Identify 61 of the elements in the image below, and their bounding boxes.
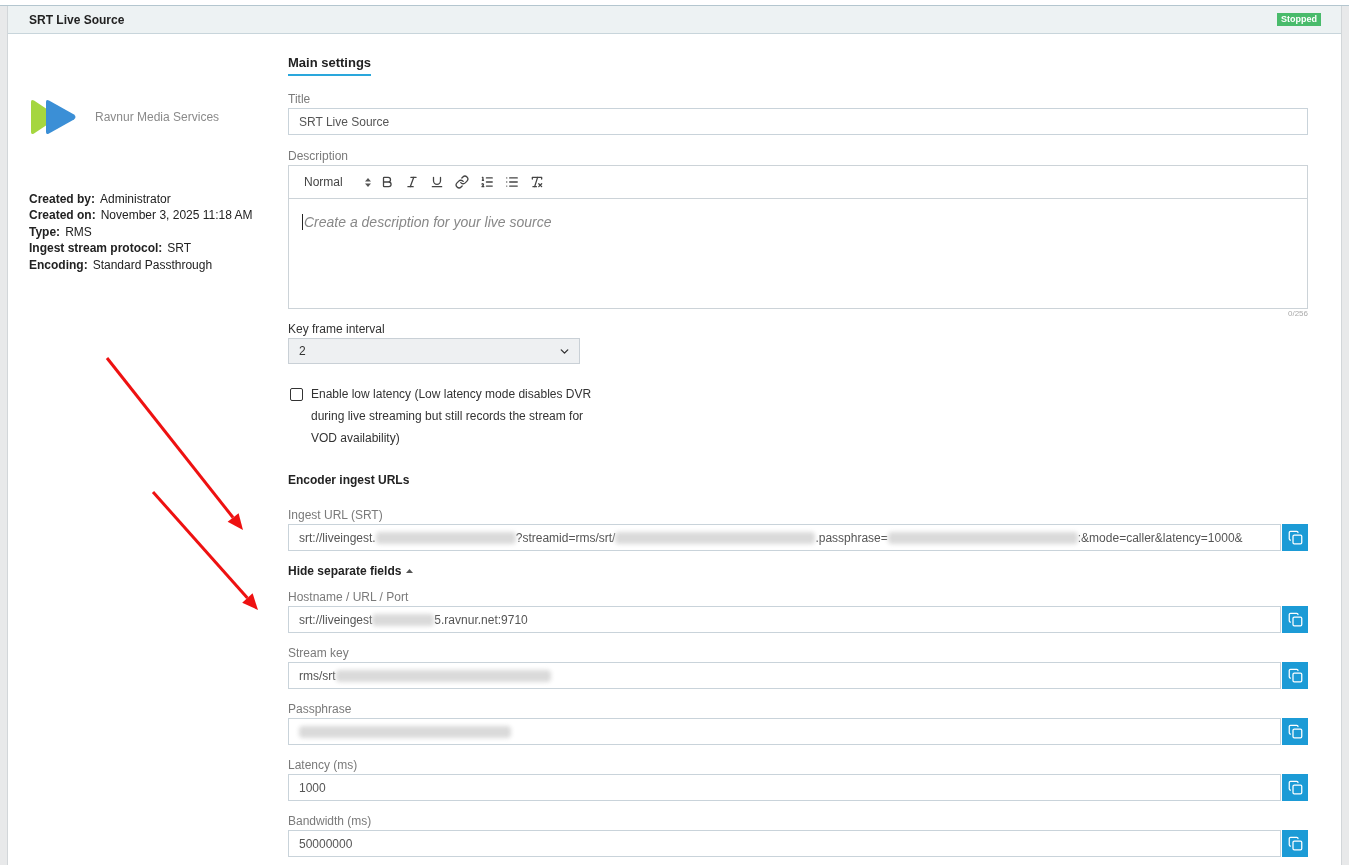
field-label: Title [288,92,311,106]
redacted-blur [372,613,435,626]
detail-value: Administrator [100,191,171,208]
field-label: Stream key [288,646,349,660]
field-label: Key frame interval [288,322,385,336]
input-field[interactable]: srt://liveingest 5.ravnur.net:9710 [288,606,1281,633]
input-field[interactable]: 1000 [288,774,1281,801]
copy-button[interactable] [1282,718,1308,745]
field-label: Description [288,149,349,163]
bullet-list-icon [505,175,520,189]
input-field[interactable] [288,718,1281,745]
title-field[interactable]: SRT Live Source [288,108,1308,135]
input-field[interactable]: rms/srt [288,662,1281,689]
detail-value: SRT [167,240,192,257]
link-icon [455,175,470,189]
bold-icon [380,175,395,189]
underline-icon [430,175,445,189]
checkbox[interactable] [290,388,303,401]
up-down-arrows-icon [364,177,371,187]
copy-button[interactable] [1282,662,1308,689]
format-dropdown[interactable]: Normal [304,173,371,191]
copy-icon [1287,780,1303,795]
copy-icon [1287,530,1303,545]
detail-label: Type: [29,223,61,241]
detail-value: RMS [65,223,92,241]
detail-label: Created on: [29,207,96,224]
detail-label: Encoding: [29,256,88,274]
page-title: SRT Live Source [29,11,125,29]
copy-button[interactable] [1282,830,1308,857]
copy-icon [1287,724,1303,739]
input-field[interactable]: srt://liveingest. ?streamid=rms/srt/ .passphrase= :&mode=caller&latency=1000& [288,524,1281,551]
detail-label: Created by: [29,191,96,208]
tab[interactable]: Main settings [288,54,372,76]
company-name: Ravnur Media Services [95,109,220,126]
description-field[interactable]: Create a description for your live source [289,199,1307,308]
copy-icon [1287,668,1303,683]
detail-value: Standard Passthrough [92,256,213,274]
detail-value: November 3, 2025 11:18 AM [100,207,253,224]
status-badge: Stopped [1277,13,1321,26]
copy-icon [1287,612,1303,627]
copy-icon [1287,836,1303,851]
section-heading: Encoder ingest URLs [288,473,410,487]
copy-button[interactable] [1282,606,1308,633]
clear-format-icon [530,175,545,189]
field-label: Latency (ms) [288,758,358,772]
play-logo-icon [29,99,77,135]
key-frame-select[interactable]: 2 [288,338,580,364]
detail-label: Ingest stream protocol: [29,240,163,257]
field-label: Bandwidth (ms) [288,814,372,828]
field-label: Hostname / URL / Port [288,590,409,604]
ordered-list-icon [480,175,495,189]
caret-up-icon [406,569,414,573]
copy-button[interactable] [1282,774,1308,801]
toggle-fields-link[interactable]: Hide separate fields [288,564,414,578]
italic-icon [405,175,420,189]
field-label: Ingest URL (SRT) [288,508,383,522]
checkbox-label: Enable low latency (Low latency mode disables DVR during live streaming but still records the stream for VOD availability) [311,386,593,447]
field-label: Passphrase [288,702,352,716]
input-field[interactable]: 50000000 [288,830,1281,857]
copy-button[interactable] [1282,524,1308,551]
character-counter: 0/256 [1287,309,1308,319]
